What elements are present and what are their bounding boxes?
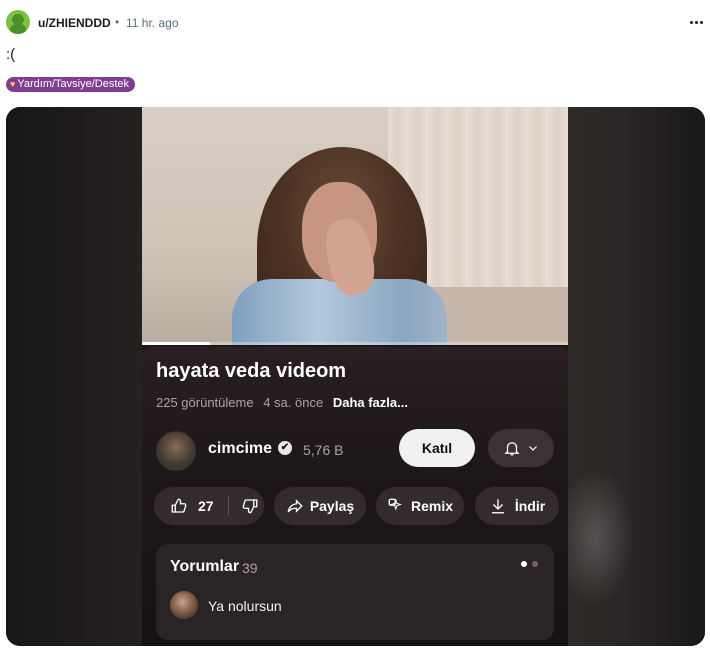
- download-button[interactable]: İndir: [475, 487, 559, 525]
- upload-time: 4 sa. önce: [263, 395, 324, 410]
- comments-title: Yorumlar: [170, 558, 240, 575]
- youtube-screenshot: hayata veda videom 225 görüntüleme 4 sa.…: [142, 107, 568, 646]
- comment-text: Ya nolursun: [208, 598, 282, 614]
- more-options-icon[interactable]: [686, 12, 706, 32]
- post-time: 11 hr. ago: [126, 16, 179, 30]
- notification-bell-button[interactable]: [488, 429, 554, 467]
- carousel-dots: [521, 561, 538, 567]
- media-blur-left: [6, 107, 143, 646]
- thumbs-down-icon: [242, 499, 258, 514]
- video-title: hayata veda videom: [156, 360, 347, 382]
- download-label: İndir: [514, 498, 546, 514]
- video-progress-fill: [142, 342, 211, 345]
- separator-dot: •: [115, 15, 120, 29]
- video-info-panel: hayata veda videom 225 görüntüleme 4 sa.…: [142, 347, 568, 646]
- post-flair[interactable]: ♥ Yardım/Tavsiye/Destek: [6, 77, 136, 92]
- remix-icon: [388, 498, 402, 511]
- user-avatar[interactable]: [6, 10, 30, 34]
- video-meta: 225 görüntüleme 4 sa. önce Daha fazla...: [156, 395, 408, 410]
- share-arrow-icon: [287, 499, 303, 513]
- dislike-button[interactable]: [229, 497, 259, 515]
- remix-label: Remix: [410, 498, 454, 514]
- flair-label: Yardım/Tavsiye/Destek: [17, 78, 130, 90]
- share-button[interactable]: Paylaş: [274, 487, 366, 525]
- video-frame[interactable]: [142, 107, 568, 345]
- share-label: Paylaş: [309, 498, 355, 514]
- username-link[interactable]: u/ZHIENDDD: [38, 16, 111, 30]
- commenter-avatar: [170, 591, 198, 619]
- post-title: :(: [6, 46, 16, 63]
- view-count: 225 görüntüleme: [156, 395, 254, 410]
- chevron-down-icon: [529, 446, 537, 451]
- download-icon: [491, 499, 504, 514]
- channel-name[interactable]: cimcime: [208, 440, 272, 458]
- verified-check-icon: ✔: [278, 441, 292, 455]
- post-header: u/ZHIENDDD • 11 hr. ago: [6, 8, 706, 36]
- bell-icon: [504, 442, 520, 456]
- comments-panel[interactable]: Yorumlar 39 Ya nolursun: [156, 544, 554, 640]
- like-button[interactable]: 27: [154, 497, 214, 515]
- join-button[interactable]: Katıl: [399, 429, 475, 467]
- remix-button[interactable]: Remix: [376, 487, 464, 525]
- like-count: 27: [198, 498, 214, 514]
- channel-avatar[interactable]: [156, 431, 196, 471]
- post-media[interactable]: hayata veda videom 225 görüntüleme 4 sa.…: [6, 107, 705, 646]
- like-dislike-pill: 27: [154, 487, 264, 525]
- subscriber-count: 5,76 B: [303, 442, 344, 458]
- thumbs-up-icon: [171, 498, 187, 513]
- heart-hands-icon: ♥: [10, 79, 16, 89]
- comments-count: 39: [242, 560, 258, 576]
- more-link[interactable]: Daha fazla...: [333, 395, 408, 410]
